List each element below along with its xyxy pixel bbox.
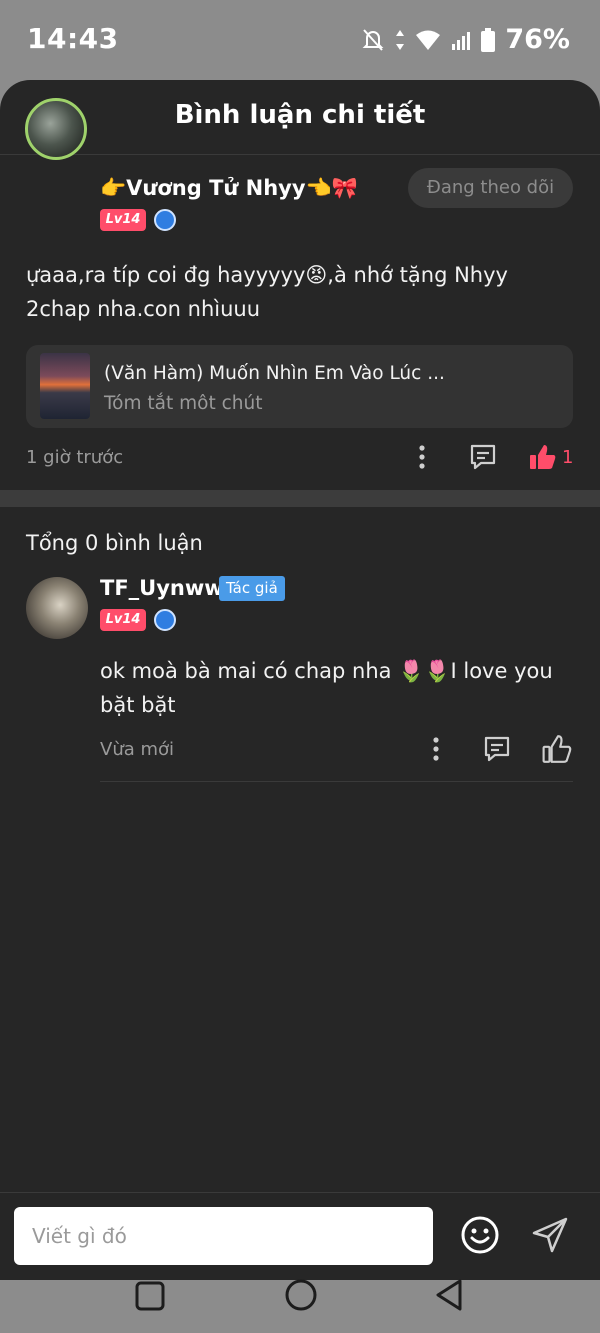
status-bar: 14:43 76% [0,0,600,80]
story-card[interactable]: (Văn Hàm) Muốn Nhìn Em Vào Lúc ... Tóm t… [26,345,573,428]
status-time: 14:43 [27,22,119,55]
back-nav-icon[interactable] [434,1278,466,1312]
author-tag: Tác giả [219,576,285,601]
more-options-icon[interactable] [430,736,442,762]
signal-icon [452,31,471,50]
section-divider [0,490,600,507]
reply-icon[interactable] [483,735,511,763]
page-title: Bình luận chi tiết [174,100,426,130]
comment-username[interactable]: TF_Uynww [100,576,224,600]
home-icon[interactable] [284,1278,318,1312]
more-options-icon[interactable] [416,444,428,470]
emoji-icon[interactable] [460,1215,500,1255]
story-title: (Văn Hàm) Muốn Nhìn Em Vào Lúc ... [104,363,445,384]
post-username[interactable]: 👉Vương Tử Nhyy👈🎀 [100,176,358,201]
composer-separator [0,1192,600,1193]
comment-total: Tổng 0 bình luận [26,531,203,555]
header: Bình luận chi tiết [0,80,600,155]
battery-percent: 76% [505,24,570,55]
comment-text: ok moà bà mai có chap nha 🌷🌷I love you b… [100,659,553,717]
comment-separator [100,781,573,782]
recents-icon[interactable] [134,1280,166,1312]
battery-icon [481,27,496,52]
like-filled-icon[interactable] [529,443,557,471]
wifi-icon [416,30,441,50]
system-nav-bar [0,1278,600,1333]
comment-time: Vừa mới [100,739,175,760]
level-badge: Lv14 [100,209,146,231]
story-thumbnail [40,353,90,419]
post-text: ựaaa,ra típ coi đg hayyyyy😡,à nhớ tặng N… [26,263,508,321]
post-time: 1 giờ trước [26,447,124,468]
verified-badge-icon [154,609,176,631]
story-subtitle: Tóm tắt môt chút [104,393,263,414]
send-icon[interactable] [530,1215,570,1255]
like-count: 1 [562,447,574,468]
comment-input[interactable] [14,1207,433,1265]
status-icons: 76% [361,24,570,55]
like-outline-icon[interactable] [542,734,572,764]
avatar[interactable] [25,98,87,160]
level-badge: Lv14 [100,609,146,631]
avatar[interactable] [26,577,88,639]
data-arrows-icon [396,29,405,50]
verified-badge-icon [154,209,176,231]
bell-off-icon [362,28,384,51]
reply-icon[interactable] [469,443,497,471]
following-button[interactable]: Đang theo dõi [408,168,573,208]
